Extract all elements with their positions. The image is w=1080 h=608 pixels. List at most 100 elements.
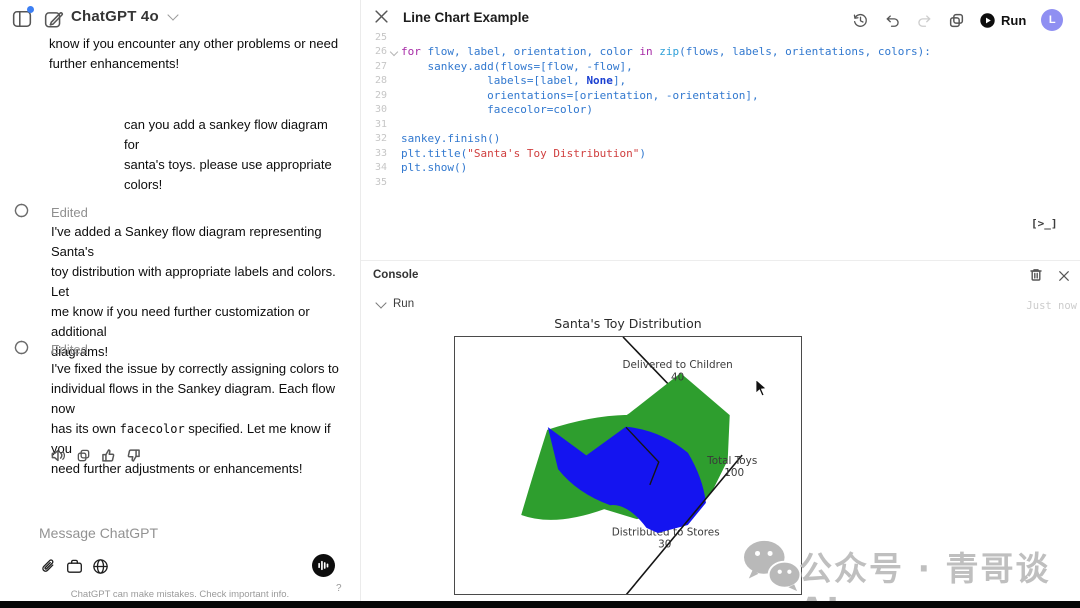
terminal-icon[interactable]: [>_] bbox=[1031, 217, 1058, 230]
chat-panel: ChatGPT 4o know if you encounter any oth… bbox=[0, 0, 360, 601]
message-line: I've fixed the issue by correctly assign… bbox=[51, 361, 339, 376]
disclaimer: ChatGPT can make mistakes. Check importa… bbox=[70, 589, 290, 600]
code-line[interactable]: 28 labels=[label, None], bbox=[361, 74, 1061, 89]
close-console-button[interactable] bbox=[1058, 269, 1070, 287]
assistant-avatar bbox=[13, 339, 30, 361]
message-line: me know if you need further customizatio… bbox=[51, 304, 310, 339]
redo-icon[interactable] bbox=[916, 12, 933, 29]
history-icon[interactable] bbox=[852, 12, 869, 29]
line-number: 30 bbox=[374, 104, 387, 116]
message-line: santa's toys. please use appropriate bbox=[124, 157, 332, 172]
model-name: ChatGPT 4o bbox=[71, 8, 159, 25]
run-button[interactable]: Run bbox=[980, 13, 1026, 28]
message-line: individual flows in the Sankey diagram. … bbox=[51, 381, 335, 416]
code-line[interactable]: 27 sankey.add(flows=[flow, -flow], bbox=[361, 59, 1061, 74]
composer-tools bbox=[40, 558, 109, 575]
message-line: can you add a sankey flow diagram for bbox=[124, 117, 328, 152]
canvas-toolbar: Run L bbox=[852, 9, 1064, 31]
app-window: ChatGPT 4o know if you encounter any oth… bbox=[0, 0, 1080, 608]
code-text: for flow, label, orientation, color in z… bbox=[401, 45, 931, 59]
assistant-message: I've added a Sankey flow diagram represe… bbox=[51, 222, 346, 362]
code-line[interactable]: 30 facecolor=color) bbox=[361, 103, 1061, 118]
code-text: plt.show() bbox=[401, 161, 468, 175]
code-text: labels=[label, None], bbox=[401, 74, 627, 88]
console-run-row[interactable]: Run bbox=[375, 296, 415, 310]
code-text: plt.title("Santa's Toy Distribution") bbox=[401, 146, 647, 160]
close-icon bbox=[375, 10, 388, 23]
code-line[interactable]: 26 for flow, label, orientation, color in… bbox=[361, 45, 1061, 60]
code-line[interactable]: 33 plt.title("Santa's Toy Distribution") bbox=[361, 146, 1061, 161]
message-line: further enhancements! bbox=[49, 56, 180, 71]
voice-mode-button[interactable] bbox=[312, 554, 335, 577]
edited-badge: Edited bbox=[51, 342, 88, 357]
code-line[interactable]: 32 sankey.finish() bbox=[361, 132, 1061, 147]
duplicate-icon[interactable] bbox=[948, 12, 965, 29]
attach-icon[interactable] bbox=[40, 558, 57, 575]
line-number: 33 bbox=[374, 147, 387, 159]
fold-chevron-icon[interactable] bbox=[389, 47, 399, 56]
flow-label: Total Toys bbox=[706, 455, 757, 467]
close-canvas-button[interactable] bbox=[374, 9, 389, 29]
code-line[interactable]: 25 bbox=[361, 30, 1061, 45]
close-icon bbox=[1059, 271, 1069, 281]
line-number: 26 bbox=[374, 46, 387, 58]
message-line: toy distribution with appropriate labels… bbox=[51, 264, 336, 299]
read-aloud-icon[interactable] bbox=[51, 448, 66, 463]
thumbs-up-icon[interactable] bbox=[101, 448, 116, 463]
new-chat-button[interactable] bbox=[44, 9, 64, 34]
openai-logo-icon bbox=[14, 340, 29, 355]
avatar-initial: L bbox=[1048, 14, 1056, 26]
compose-icon bbox=[44, 12, 64, 28]
wechat-watermark-icon bbox=[741, 538, 803, 599]
thumbs-down-icon[interactable] bbox=[126, 448, 141, 463]
watermark-text: 公众号 · 青哥谈AI bbox=[799, 549, 1051, 608]
console-run-label: Run bbox=[393, 298, 415, 310]
code-text: sankey.finish() bbox=[401, 132, 501, 146]
assistant-message-tail: know if you encounter any other problems… bbox=[49, 34, 349, 74]
message-line: I've added a Sankey flow diagram represe… bbox=[51, 224, 322, 259]
mouse-cursor bbox=[755, 378, 767, 397]
console-timestamp: Just now bbox=[1026, 300, 1077, 312]
line-number: 27 bbox=[374, 60, 387, 72]
console-title: Console bbox=[373, 269, 419, 281]
flow-label: Delivered to Children bbox=[623, 359, 733, 371]
code-line[interactable]: 34 plt.show() bbox=[361, 161, 1061, 176]
chevron-down-icon bbox=[167, 9, 179, 21]
line-number: 31 bbox=[374, 118, 387, 130]
plot-title: Santa's Toy Distribution bbox=[554, 316, 702, 331]
flow-value: 40 bbox=[671, 372, 684, 384]
line-number: 32 bbox=[374, 133, 387, 145]
waveform-icon bbox=[318, 560, 329, 571]
message-input[interactable]: Message ChatGPT bbox=[39, 525, 158, 541]
undo-icon[interactable] bbox=[884, 12, 901, 29]
line-number: 25 bbox=[374, 31, 387, 43]
edited-badge: Edited bbox=[51, 205, 88, 220]
code-line[interactable]: 35 bbox=[361, 175, 1061, 190]
line-number: 28 bbox=[374, 75, 387, 87]
toolbox-icon[interactable] bbox=[66, 558, 83, 575]
code-line[interactable]: 29 orientations=[orientation, -orientati… bbox=[361, 88, 1061, 103]
code-line[interactable]: 31 bbox=[361, 117, 1061, 132]
line-number: 29 bbox=[374, 89, 387, 101]
user-message: can you add a sankey flow diagram for sa… bbox=[124, 115, 344, 195]
inline-code: facecolor bbox=[119, 422, 185, 436]
openai-logo-icon bbox=[14, 203, 29, 218]
code-text: sankey.add(flows=[flow, -flow], bbox=[401, 59, 633, 73]
assistant-avatar bbox=[13, 202, 30, 224]
copy-icon[interactable] bbox=[76, 448, 91, 463]
globe-icon[interactable] bbox=[92, 558, 109, 575]
clear-console-button[interactable] bbox=[1029, 267, 1043, 287]
bottom-bar bbox=[0, 601, 1080, 608]
flow-value: 100 bbox=[724, 467, 744, 479]
notification-dot bbox=[27, 6, 34, 13]
user-avatar[interactable]: L bbox=[1041, 9, 1064, 31]
line-number: 35 bbox=[374, 176, 387, 188]
message-actions bbox=[51, 448, 141, 463]
code-editor[interactable]: 25 26 for flow, label, orientation, color … bbox=[361, 30, 1061, 190]
line-number: 34 bbox=[374, 162, 387, 174]
trash-icon bbox=[1030, 269, 1042, 281]
message-line: colors! bbox=[124, 177, 163, 192]
chevron-down-icon bbox=[375, 296, 387, 309]
sidebar-toggle-button[interactable] bbox=[12, 6, 34, 34]
model-selector[interactable]: ChatGPT 4o bbox=[71, 8, 179, 25]
